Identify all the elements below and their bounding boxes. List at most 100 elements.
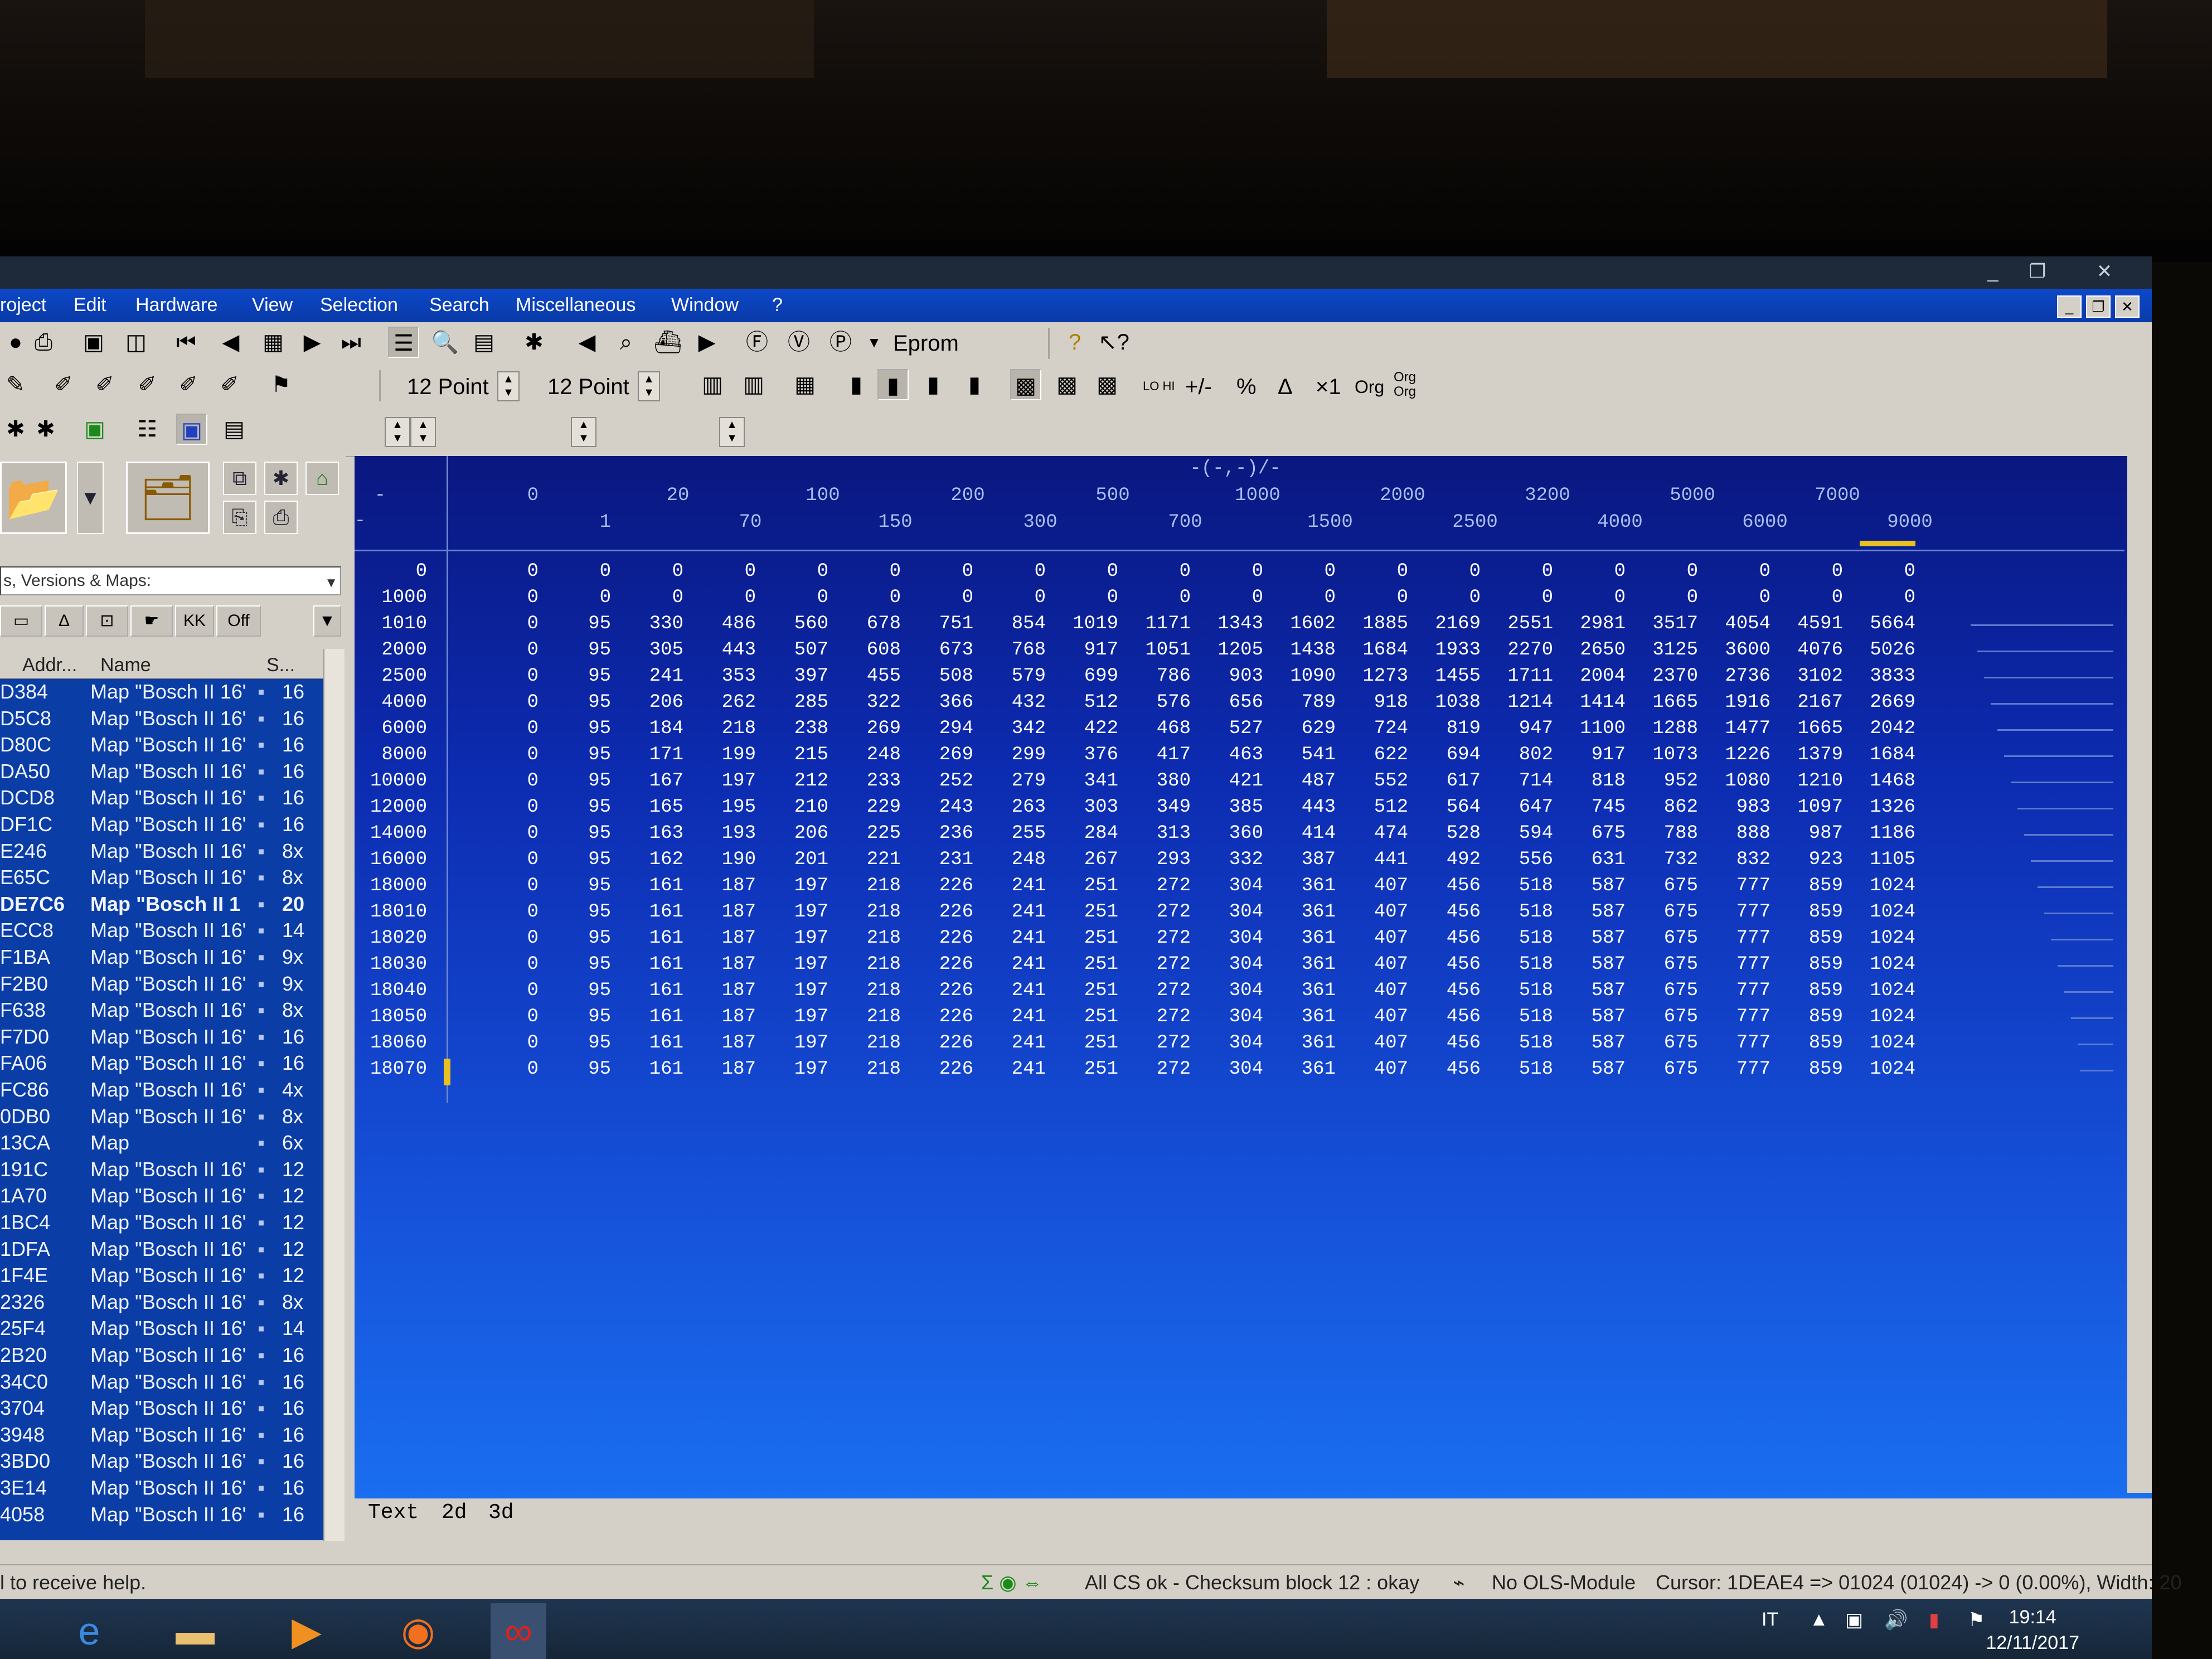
map-cell[interactable]: 387 xyxy=(1274,849,1336,870)
list-item[interactable]: ECC8 Map "Bosch II 16" ▪ 14 xyxy=(0,919,323,945)
map-cell[interactable]: 2004 xyxy=(1564,666,1626,687)
map-cell[interactable]: 0 xyxy=(1492,561,1553,582)
map-cell[interactable]: 1024 xyxy=(1854,928,1915,949)
map-cell[interactable]: 0 xyxy=(1564,561,1626,582)
binary-icon[interactable]: ▩ xyxy=(1092,369,1123,400)
filter-delta-icon[interactable]: Δ xyxy=(45,605,84,637)
map-cell[interactable]: 251 xyxy=(1057,901,1118,923)
map-cell[interactable]: 184 xyxy=(622,718,683,739)
tool-icon[interactable]: ✱ xyxy=(30,414,61,445)
project-folder-icon[interactable]: 🗂 xyxy=(126,462,210,534)
list-item[interactable]: 3948 Map "Bosch II 16" ▪ 16 xyxy=(0,1423,323,1449)
map-cell[interactable]: 527 xyxy=(1202,718,1263,739)
hex-ff-icon[interactable]: ▩ xyxy=(1051,369,1083,400)
map-cell[interactable]: 629 xyxy=(1274,718,1336,739)
ship-icon[interactable]: ⛴ xyxy=(652,327,683,358)
mdi-close-icon[interactable]: ✕ xyxy=(2115,295,2140,318)
volume-icon[interactable]: 🔊 xyxy=(1884,1609,1908,1631)
map-cell[interactable]: 724 xyxy=(1347,718,1408,739)
map-cell[interactable]: 1665 xyxy=(1782,718,1843,739)
font-size-2[interactable]: 12 Point xyxy=(547,375,629,400)
map-cell[interactable]: 786 xyxy=(1129,666,1191,687)
column-header-address[interactable]: Addr... xyxy=(22,654,77,676)
map-cell[interactable]: 201 xyxy=(767,849,828,870)
map-cell[interactable]: 342 xyxy=(984,718,1046,739)
map-cell[interactable]: 241 xyxy=(984,980,1046,1001)
filter-kk-button[interactable]: KK xyxy=(175,605,214,637)
map-cell[interactable]: 518 xyxy=(1492,875,1553,896)
map-cell[interactable]: 161 xyxy=(622,1059,683,1080)
map-cell[interactable]: 0 xyxy=(1419,587,1481,608)
map-cell[interactable]: 407 xyxy=(1347,1032,1408,1054)
mdi-restore-icon[interactable]: ❐ xyxy=(2086,295,2111,318)
menu-help[interactable]: ? xyxy=(772,294,783,316)
map-cell[interactable]: 518 xyxy=(1492,1059,1553,1080)
map-cell[interactable]: 947 xyxy=(1492,718,1553,739)
map-cell[interactable]: 197 xyxy=(767,954,828,975)
map-cell[interactable]: 675 xyxy=(1637,1006,1698,1027)
map-cell[interactable]: 0 xyxy=(477,639,539,661)
map-cell[interactable]: 1024 xyxy=(1854,980,1915,1001)
map-cell[interactable]: 432 xyxy=(984,692,1046,713)
map-cell[interactable]: 594 xyxy=(1492,823,1553,844)
map-cell[interactable]: 218 xyxy=(840,901,901,923)
map-cell[interactable]: 675 xyxy=(1637,928,1698,949)
menu-window[interactable]: Window xyxy=(671,294,739,316)
map-cell[interactable]: 322 xyxy=(840,692,901,713)
map-cell[interactable]: 0 xyxy=(622,561,683,582)
map-cell[interactable]: 508 xyxy=(912,666,973,687)
map-cell[interactable]: 407 xyxy=(1347,901,1408,923)
compare-icon[interactable]: ◫ xyxy=(120,327,152,358)
map-cell[interactable]: 299 xyxy=(984,744,1046,765)
map-cell[interactable]: 4076 xyxy=(1782,639,1843,661)
map-cell[interactable]: 243 xyxy=(912,797,973,818)
list-item[interactable]: 4058 Map "Bosch II 16" ▪ 16 xyxy=(0,1503,323,1529)
map-cell[interactable]: 675 xyxy=(1637,875,1698,896)
map-cell[interactable]: 777 xyxy=(1709,1059,1770,1080)
map-cell[interactable]: 678 xyxy=(840,613,901,634)
map-cell[interactable]: 0 xyxy=(1637,587,1698,608)
bits-16-icon[interactable]: ▮ xyxy=(877,369,909,400)
map-cell[interactable]: 361 xyxy=(1274,1006,1336,1027)
map-cell[interactable]: 165 xyxy=(622,797,683,818)
network-icon[interactable]: ▣ xyxy=(1845,1609,1863,1631)
map-cell[interactable]: 95 xyxy=(550,613,611,634)
globe-icon[interactable]: ⌂ xyxy=(305,462,339,495)
map-cell[interactable]: 518 xyxy=(1492,1032,1553,1054)
map-cell[interactable]: 397 xyxy=(767,666,828,687)
power-icon[interactable]: ▮ xyxy=(1929,1609,1939,1631)
map-cell[interactable]: 647 xyxy=(1492,797,1553,818)
map-cell[interactable]: 0 xyxy=(477,744,539,765)
map-cell[interactable]: 456 xyxy=(1419,1032,1481,1054)
map-cell[interactable]: 226 xyxy=(912,1032,973,1054)
map-cell[interactable]: 272 xyxy=(1129,1006,1191,1027)
map-cell[interactable]: 0 xyxy=(912,587,973,608)
map-cell[interactable]: 95 xyxy=(550,1006,611,1027)
map-cell[interactable]: 330 xyxy=(622,613,683,634)
map-cell[interactable]: 95 xyxy=(550,797,611,818)
map-cell[interactable]: 187 xyxy=(695,1059,756,1080)
map-cell[interactable]: 161 xyxy=(622,928,683,949)
map-cell[interactable]: 1051 xyxy=(1129,639,1191,661)
menu-selection[interactable]: Selection xyxy=(320,294,398,316)
list-item[interactable]: 0DB0 Map "Bosch II 16" ▪ 8x xyxy=(0,1105,323,1131)
map-cell[interactable]: 218 xyxy=(840,1006,901,1027)
eprom-label[interactable]: Eprom xyxy=(893,331,959,356)
map-cell[interactable]: 0 xyxy=(1347,587,1408,608)
map-cell[interactable]: 2736 xyxy=(1709,666,1770,687)
map-cell[interactable]: 1326 xyxy=(1854,797,1915,818)
map-cell[interactable]: 528 xyxy=(1419,823,1481,844)
map-cell[interactable]: 675 xyxy=(1637,980,1698,1001)
map-cell[interactable]: 1477 xyxy=(1709,718,1770,739)
list-item[interactable]: 191C Map "Bosch II 16" ▪ 12 xyxy=(0,1158,323,1184)
map-cell[interactable]: 486 xyxy=(695,613,756,634)
map-cell[interactable]: 0 xyxy=(622,587,683,608)
map-cell[interactable]: 1090 xyxy=(1274,666,1336,687)
map-cell[interactable]: 161 xyxy=(622,954,683,975)
map-cell[interactable]: 407 xyxy=(1347,1006,1408,1027)
taskbar-clock[interactable]: 19:14 12/11/2017 xyxy=(1986,1604,2079,1656)
map-cell[interactable]: 0 xyxy=(1782,587,1843,608)
filter-range-icon[interactable]: ⊡ xyxy=(86,605,128,637)
map-cell[interactable]: 5026 xyxy=(1854,639,1915,661)
map-cell[interactable]: 587 xyxy=(1564,980,1626,1001)
